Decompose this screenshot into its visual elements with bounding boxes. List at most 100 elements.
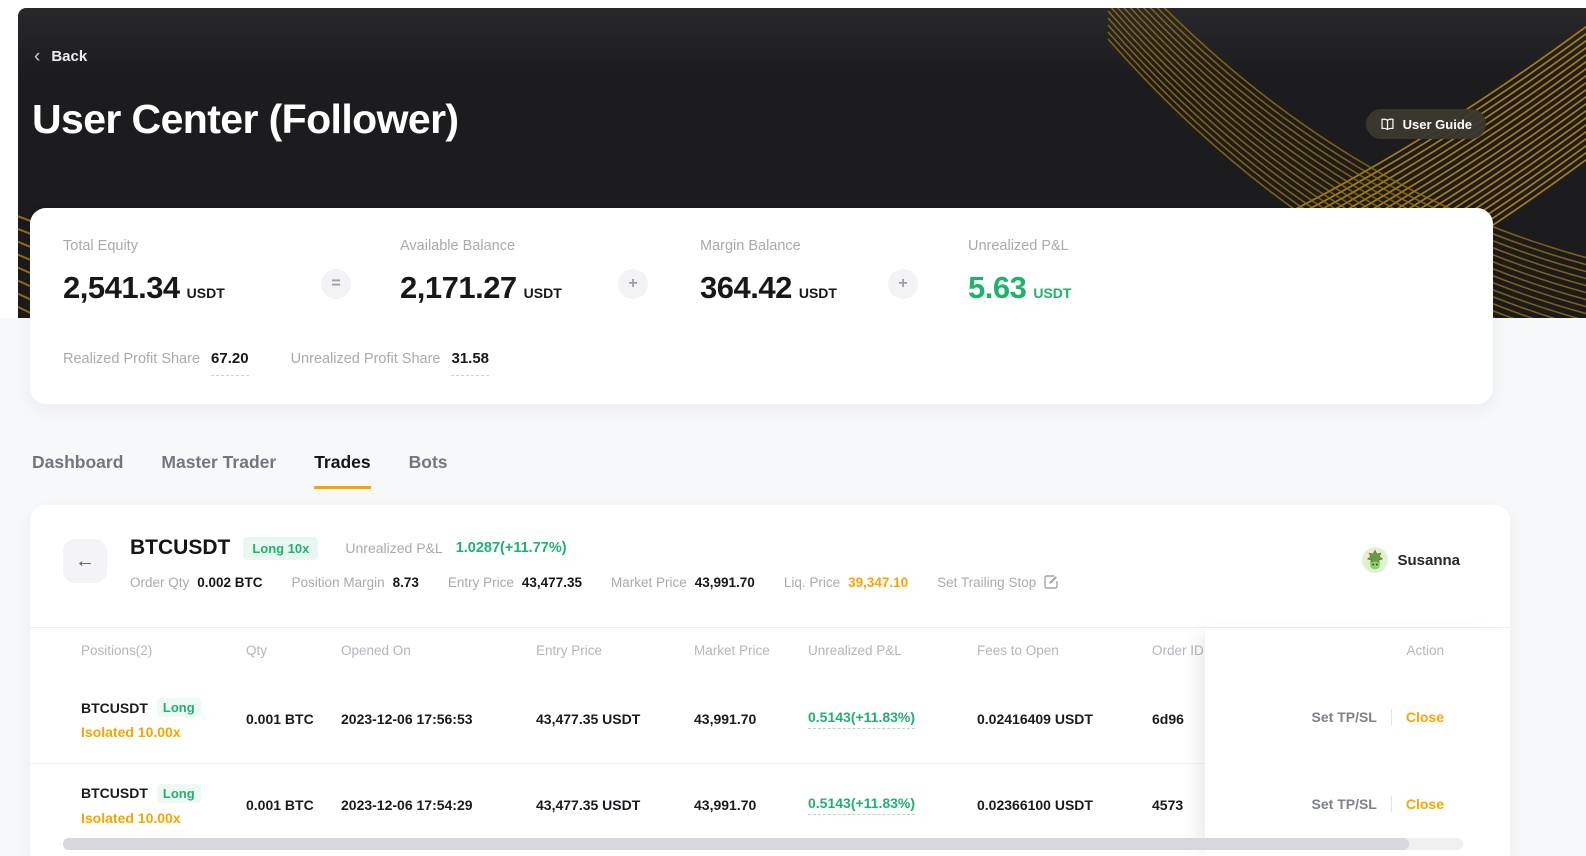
stat-margin-balance: Margin Balance 364.42 USDT xyxy=(700,238,837,306)
back-button[interactable]: ‹ Back xyxy=(34,48,87,65)
plus-icon: + xyxy=(888,269,918,299)
market-price-cell: 43,991.70 xyxy=(694,797,756,813)
trader-name: Susanna xyxy=(1397,552,1460,569)
unrealized-pnl-cell: 0.5143(+11.83%) xyxy=(808,709,915,729)
user-guide-button[interactable]: User Guide xyxy=(1366,109,1486,139)
profit-share-value: 67.20 xyxy=(211,350,249,376)
unrealized-pnl-value: 1.0287(+11.77%) xyxy=(456,540,567,556)
back-label: Back xyxy=(51,48,87,65)
detail-market-price: Market Price 43,991.70 xyxy=(611,575,755,590)
trade-back-button[interactable]: ← xyxy=(63,539,107,583)
position-cell: BTCUSDT Long Isolated 10.00x xyxy=(81,784,201,826)
stat-label: Unrealized P&L xyxy=(968,238,1071,254)
order-id-cell: 4573 xyxy=(1152,797,1183,813)
market-price-cell: 43,991.70 xyxy=(694,711,756,727)
position-cell: BTCUSDT Long Isolated 10.00x xyxy=(81,698,201,740)
entry-price-cell: 43,477.35 USDT xyxy=(536,711,640,727)
action-row: Set TP/SL Close xyxy=(1312,709,1444,725)
order-id-cell: 6d96 xyxy=(1152,711,1184,727)
col-header-positions: Positions(2) xyxy=(81,643,152,658)
horizontal-scrollbar-thumb[interactable] xyxy=(63,838,1409,850)
entry-price-cell: 43,477.35 USDT xyxy=(536,797,640,813)
main-tabs: Dashboard Master Trader Trades Bots xyxy=(32,452,448,489)
col-header-entry-price: Entry Price xyxy=(536,643,602,658)
tab-dashboard[interactable]: Dashboard xyxy=(32,452,123,489)
action-row: Set TP/SL Close xyxy=(1312,796,1444,812)
horizontal-scrollbar-track xyxy=(63,838,1463,850)
stat-unit: USDT xyxy=(799,285,837,301)
plus-icon: + xyxy=(618,269,648,299)
margin-mode-label: Isolated 10.00x xyxy=(81,810,201,826)
position-detail-row: Order Qty 0.002 BTC Position Margin 8.73… xyxy=(130,574,1059,590)
stat-label: Available Balance xyxy=(400,238,562,254)
row-symbol: BTCUSDT xyxy=(81,785,148,801)
page-title: User Center (Follower) xyxy=(32,96,459,143)
close-position-button[interactable]: Close xyxy=(1406,709,1444,725)
unrealized-pnl-cell: 0.5143(+11.83%) xyxy=(808,795,915,815)
stat-value: 364.42 xyxy=(700,270,792,306)
stat-unit: USDT xyxy=(187,285,225,301)
opened-on-cell: 2023-12-06 17:54:29 xyxy=(341,797,473,813)
arrow-left-icon: ← xyxy=(75,550,95,573)
unrealized-pnl-label: Unrealized P&L xyxy=(345,540,442,556)
stat-value: 5.63 xyxy=(968,270,1026,306)
close-position-button[interactable]: Close xyxy=(1406,796,1444,812)
side-badge: Long xyxy=(157,784,201,803)
profit-share-label: Unrealized Profit Share xyxy=(291,351,441,367)
set-trailing-stop-button[interactable]: Set Trailing Stop xyxy=(937,574,1059,590)
fees-to-open-cell: 0.02416409 USDT xyxy=(977,711,1093,727)
col-header-fees-to-open: Fees to Open xyxy=(977,643,1059,658)
detail-liq-price: Liq. Price 39,347.10 xyxy=(784,575,908,590)
qty-cell: 0.001 BTC xyxy=(246,711,314,727)
tab-trades[interactable]: Trades xyxy=(314,452,370,489)
profit-share-row: Realized Profit Share 67.20 Unrealized P… xyxy=(63,350,489,376)
fees-to-open-cell: 0.02366100 USDT xyxy=(977,797,1093,813)
chevron-left-icon: ‹ xyxy=(34,50,40,64)
detail-entry-price: Entry Price 43,477.35 xyxy=(448,575,582,590)
trade-detail-card: ← BTCUSDT Long 10x Unrealized P&L 1.0287… xyxy=(30,505,1510,856)
divider xyxy=(1391,709,1392,725)
stat-unit: USDT xyxy=(524,285,562,301)
symbol-label: BTCUSDT xyxy=(130,536,230,560)
edit-icon xyxy=(1043,574,1059,590)
sticky-action-column: Action Set TP/SL Close Set TP/SL Close xyxy=(1205,628,1510,856)
divider xyxy=(1391,796,1392,812)
col-header-opened-on: Opened On xyxy=(341,643,411,658)
stat-value: 2,171.27 xyxy=(400,270,517,306)
col-header-unrealized-pnl: Unrealized P&L xyxy=(808,643,902,658)
stat-label: Total Equity xyxy=(63,238,225,254)
balance-summary-card: Total Equity 2,541.34 USDT = Available B… xyxy=(30,208,1493,404)
stat-label: Margin Balance xyxy=(700,238,837,254)
set-tpsl-button[interactable]: Set TP/SL xyxy=(1312,709,1377,725)
stat-unrealized-pnl: Unrealized P&L 5.63 USDT xyxy=(968,238,1071,306)
margin-mode-label: Isolated 10.00x xyxy=(81,724,201,740)
book-icon xyxy=(1380,117,1395,132)
trader-avatar xyxy=(1362,547,1388,573)
set-tpsl-button[interactable]: Set TP/SL xyxy=(1312,796,1377,812)
stat-available-balance: Available Balance 2,171.27 USDT xyxy=(400,238,562,306)
stat-value: 2,541.34 xyxy=(63,270,180,306)
user-guide-label: User Guide xyxy=(1403,117,1472,132)
col-header-market-price: Market Price xyxy=(694,643,770,658)
position-header: BTCUSDT Long 10x Unrealized P&L 1.0287(+… xyxy=(130,536,567,560)
profit-share-value: 31.58 xyxy=(451,350,489,376)
tab-bots[interactable]: Bots xyxy=(409,452,448,489)
side-badge: Long xyxy=(157,698,201,717)
col-header-action: Action xyxy=(1406,643,1444,658)
col-header-order-id: Order ID xyxy=(1152,643,1204,658)
opened-on-cell: 2023-12-06 17:56:53 xyxy=(341,711,473,727)
tab-master-trader[interactable]: Master Trader xyxy=(161,452,276,489)
trader-chip[interactable]: Susanna xyxy=(1362,547,1460,573)
profit-share-label: Realized Profit Share xyxy=(63,351,200,367)
realized-profit-share: Realized Profit Share 67.20 xyxy=(63,350,249,376)
detail-position-margin: Position Margin 8.73 xyxy=(292,575,419,590)
side-leverage-badge: Long 10x xyxy=(243,537,318,560)
stat-total-equity: Total Equity 2,541.34 USDT xyxy=(63,238,225,306)
equals-icon: = xyxy=(321,269,351,299)
stat-unit: USDT xyxy=(1033,285,1071,301)
col-header-qty: Qty xyxy=(246,643,267,658)
unrealized-profit-share: Unrealized Profit Share 31.58 xyxy=(291,350,489,376)
qty-cell: 0.001 BTC xyxy=(246,797,314,813)
detail-order-qty: Order Qty 0.002 BTC xyxy=(130,575,263,590)
row-symbol: BTCUSDT xyxy=(81,700,148,716)
